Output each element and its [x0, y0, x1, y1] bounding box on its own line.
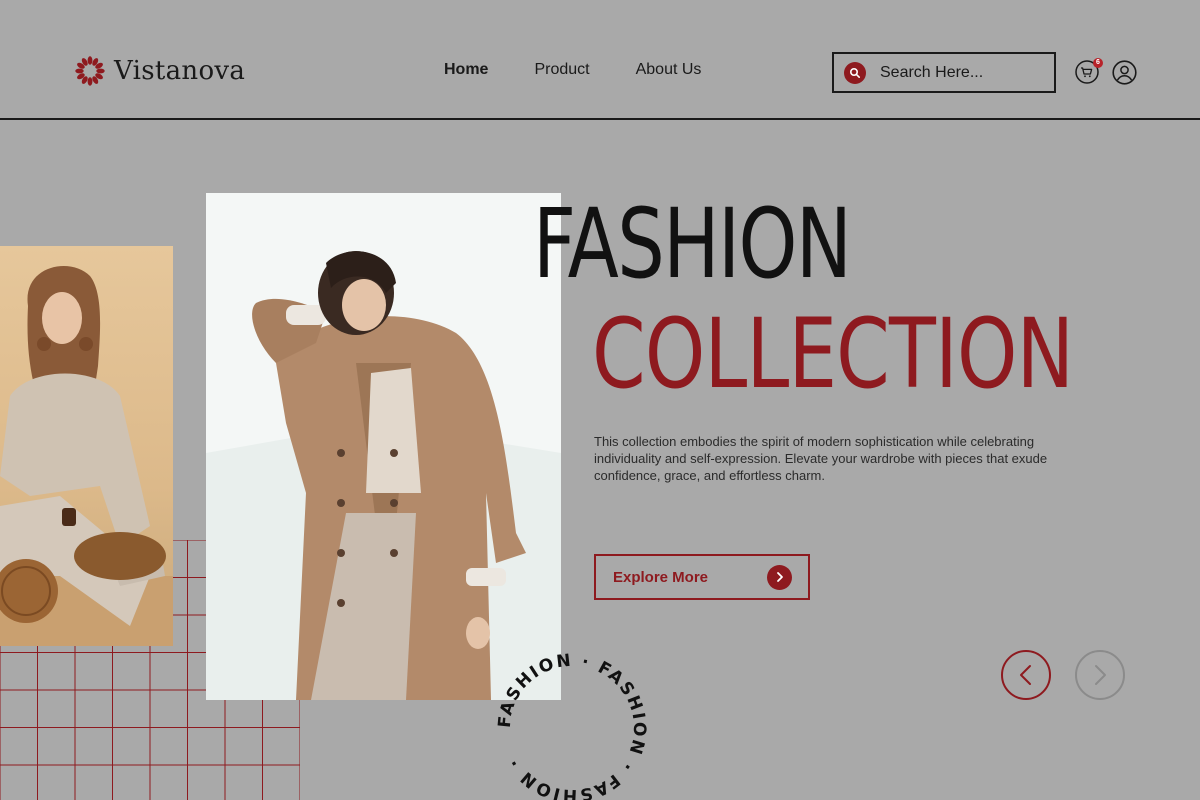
nav-about-us[interactable]: About Us — [636, 61, 702, 79]
model-trench-illustration — [206, 193, 561, 700]
user-icon — [1112, 60, 1137, 85]
profile-button[interactable] — [1112, 60, 1137, 85]
search-box[interactable] — [832, 52, 1056, 93]
brand-logo[interactable]: Vistanova — [74, 55, 245, 87]
chevron-right-icon — [767, 564, 792, 590]
circular-badge-text: FASHION · FASHION · FASHION · — [495, 651, 647, 800]
model-seated-illustration — [0, 266, 173, 646]
hero-description: This collection embodies the spirit of m… — [594, 434, 1048, 483]
circular-fashion-badge: FASHION · FASHION · FASHION · — [495, 651, 649, 800]
brand-name: Vistanova — [114, 56, 246, 86]
svg-text:FASHION · FASHION · FASHION ·: FASHION · FASHION · FASHION · — [495, 651, 649, 800]
site-header: Vistanova Home Product About Us 6 — [0, 0, 1200, 120]
chevron-left-icon — [1020, 665, 1031, 685]
cart-button[interactable]: 6 — [1075, 58, 1103, 84]
model-photo-seated — [0, 246, 173, 646]
carousel-prev-button[interactable] — [1001, 650, 1051, 700]
search-input[interactable] — [880, 63, 1040, 82]
cart-count-badge: 6 — [1093, 58, 1103, 68]
hero-title-collection: COLLECTION — [592, 298, 1074, 410]
main-nav: Home Product About Us — [444, 61, 701, 79]
explore-more-button[interactable]: Explore More — [594, 554, 810, 600]
explore-more-label: Explore More — [613, 568, 709, 586]
model-photo-trench-coat — [206, 193, 561, 700]
hero-title-fashion: FASHION — [533, 188, 852, 300]
nav-home[interactable]: Home — [444, 61, 488, 79]
search-icon[interactable] — [844, 61, 866, 84]
flower-logo-icon — [75, 56, 105, 86]
carousel-next-button[interactable] — [1075, 650, 1125, 700]
nav-product[interactable]: Product — [534, 61, 589, 79]
chevron-right-icon — [1095, 665, 1106, 685]
